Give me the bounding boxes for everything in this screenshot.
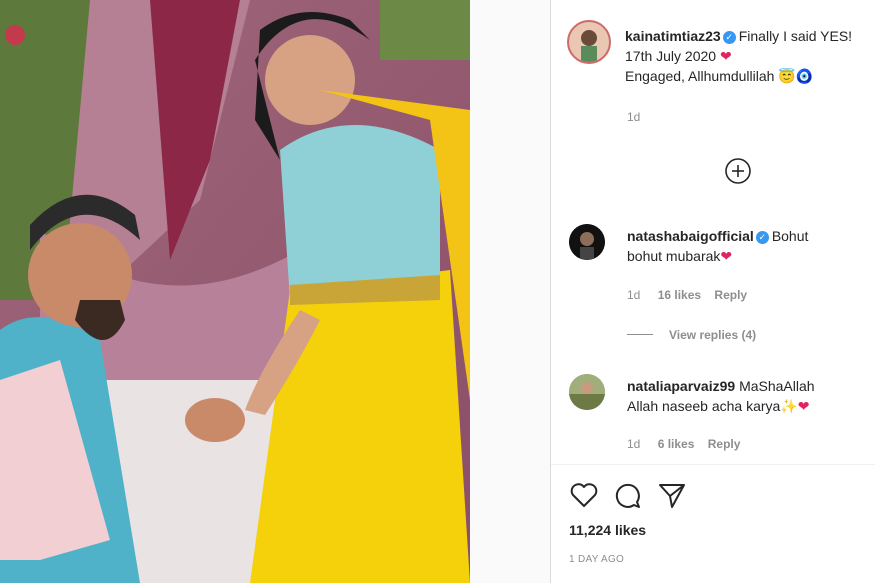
author-username[interactable]: kainatimtiaz23 (625, 28, 721, 44)
caption-line-1: Finally I said YES! (738, 28, 853, 44)
load-more-comments-button[interactable] (725, 158, 751, 184)
comment-line-1: MaShaAllah (739, 378, 815, 394)
commenter-username[interactable]: nataliaparvaiz99 (627, 378, 735, 394)
comment-likes[interactable]: 6 likes (658, 437, 695, 451)
commenter-username[interactable]: natashabaigofficial (627, 228, 754, 244)
comment-meta: 1d 6 likes Reply (627, 437, 740, 451)
comment-icon (615, 483, 640, 508)
like-button[interactable] (569, 480, 599, 510)
smile-emoji: 😇 (778, 68, 796, 84)
plus-circle-icon (725, 158, 751, 184)
post-caption: kainatimtiaz23 ✓ Finally I said YES! 17th … (625, 26, 875, 86)
author-avatar[interactable] (567, 20, 611, 64)
commenter-avatar[interactable] (569, 224, 605, 260)
view-replies-label: View replies (4) (669, 328, 757, 342)
comment-age: 1d (627, 437, 641, 451)
heart-emoji: ❤ (719, 48, 732, 64)
view-replies-button[interactable]: View replies (4) (627, 328, 756, 342)
actions-separator (551, 464, 875, 465)
reply-button[interactable]: Reply (714, 288, 747, 302)
post-timestamp: 1 DAY AGO (569, 554, 625, 565)
comment-button[interactable] (613, 480, 643, 510)
commenter-avatar[interactable] (569, 374, 605, 410)
post-photo (0, 0, 470, 583)
caption-line-3: Engaged, Allhumdullilah (625, 68, 775, 84)
comment-likes[interactable]: 16 likes (658, 288, 701, 302)
send-icon (659, 484, 685, 508)
engagement-photo (0, 0, 470, 583)
comment-line-2: bohut mubarak (627, 248, 721, 264)
reply-button[interactable]: Reply (708, 437, 741, 451)
likes-count[interactable]: 11,224 likes (569, 522, 646, 538)
comment-text: natashabaigofficial ✓ Bohut bohut mubarak❤ (627, 226, 867, 266)
evil-eye-emoji: 🧿 (795, 68, 814, 84)
side-gap (470, 0, 550, 583)
share-button[interactable] (657, 480, 687, 510)
sparkle-emoji: ✨ (780, 398, 798, 414)
heart-emoji: ❤ (720, 248, 733, 264)
comment-text: nataliaparvaiz99 MaShaAllah Allah naseeb… (627, 376, 867, 416)
heart-icon (570, 483, 598, 507)
caption-line-2: 17th July 2020 (625, 48, 717, 64)
comments-panel: kainatimtiaz23 ✓ Finally I said YES! 17th … (551, 0, 875, 583)
comment-line-1: Bohut (771, 228, 809, 244)
comment-line-2: Allah naseeb acha karya (627, 398, 781, 414)
comment-meta: 1d 16 likes Reply (627, 288, 747, 302)
replies-line (627, 334, 653, 335)
caption-age: 1d (627, 110, 641, 124)
verified-icon: ✓ (755, 231, 769, 244)
heart-emoji: ❤ (797, 398, 810, 414)
comment-age: 1d (627, 288, 641, 302)
verified-icon: ✓ (722, 31, 736, 44)
